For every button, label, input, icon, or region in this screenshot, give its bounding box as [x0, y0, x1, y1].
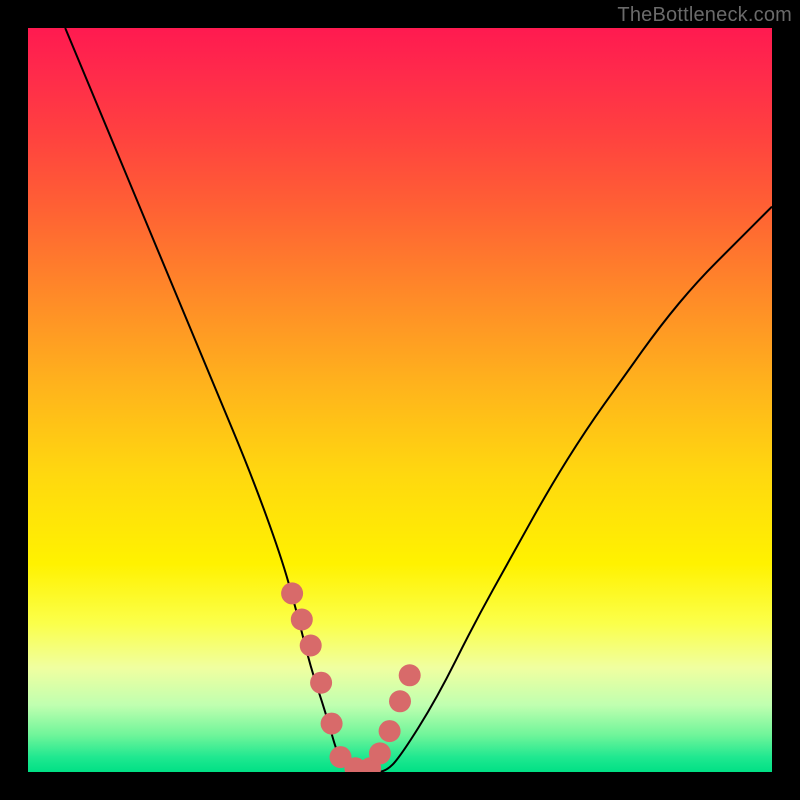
marker-dot — [389, 690, 411, 712]
curve-line — [65, 28, 772, 772]
marker-dot — [379, 720, 401, 742]
plot-area — [28, 28, 772, 772]
watermark-text: TheBottleneck.com — [617, 4, 792, 27]
marker-dot — [291, 609, 313, 631]
marker-dot — [399, 664, 421, 686]
marker-dot — [300, 635, 322, 657]
marker-dot — [281, 582, 303, 604]
marker-dot — [369, 742, 391, 764]
marker-dot — [321, 713, 343, 735]
highlight-markers — [281, 582, 421, 772]
curve-path — [65, 28, 772, 772]
chart-frame: TheBottleneck.com — [0, 0, 800, 800]
chart-svg — [28, 28, 772, 772]
marker-dot — [310, 672, 332, 694]
